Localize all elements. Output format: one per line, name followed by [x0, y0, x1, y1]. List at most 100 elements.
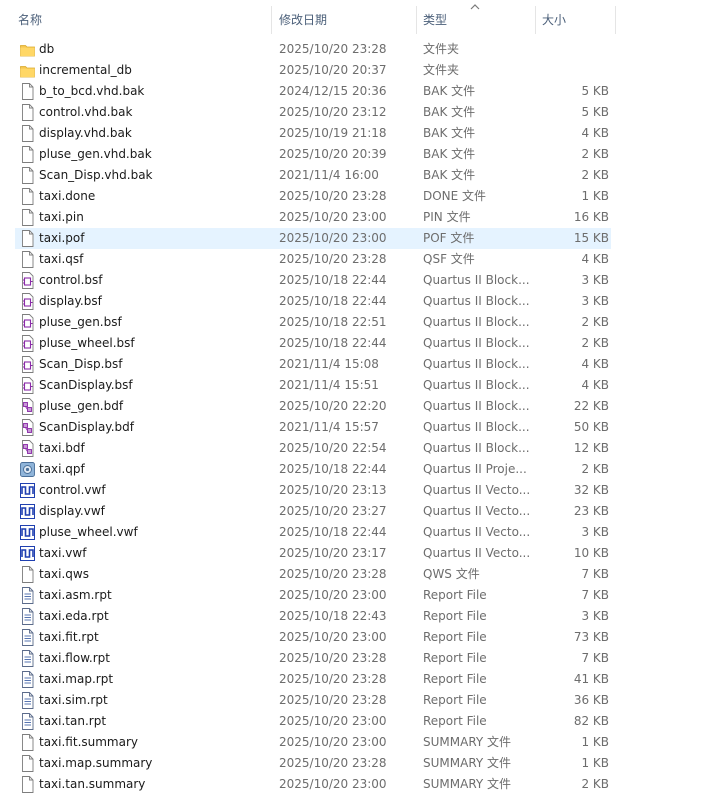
file-type: BAK 文件 [423, 126, 476, 140]
file-row[interactable]: Scan_Disp.vhd.bak 2021/11/4 16:00 BAK 文件 2 … [0, 165, 720, 186]
vwf-icon [20, 503, 35, 520]
bdf-icon [20, 419, 35, 436]
file-size: 1 KB [581, 189, 609, 203]
file-row[interactable]: pluse_gen.vhd.bak 2025/10/20 20:39 BAK 文件 2… [0, 144, 720, 165]
file-type: Report File [423, 651, 487, 665]
file-date: 2025/10/20 23:28 [279, 693, 387, 707]
file-row[interactable]: ScanDisplay.bsf 2021/11/4 15:51 Quartus II… [0, 375, 720, 396]
bsf-icon [20, 314, 35, 331]
file-row[interactable]: taxi.flow.rpt 2025/10/20 23:28 Report File… [0, 648, 720, 669]
file-row[interactable]: taxi.tan.summary 2025/10/20 23:00 SUMMARY … [0, 774, 720, 795]
column-divider[interactable] [615, 6, 616, 34]
file-row[interactable]: display.vhd.bak 2025/10/19 21:18 BAK 文件 4 K… [0, 123, 720, 144]
file-row[interactable]: taxi.asm.rpt 2025/10/20 23:00 Report File 7… [0, 585, 720, 606]
file-row[interactable]: pluse_wheel.bsf 2025/10/18 22:44 Quartus I… [0, 333, 720, 354]
file-date: 2025/10/20 23:00 [279, 588, 387, 602]
file-type: Quartus II Block... [423, 336, 530, 350]
file-type: Quartus II Proje... [423, 462, 527, 476]
qpf-icon [20, 461, 35, 478]
file-size: 4 KB [581, 126, 609, 140]
file-row[interactable]: display.vwf 2025/10/20 23:27 Quartus II Ve… [0, 501, 720, 522]
file-size: 3 KB [581, 273, 609, 287]
column-header-type[interactable]: 类型 [423, 0, 447, 40]
file-type: SUMMARY 文件 [423, 777, 512, 791]
file-date: 2025/10/18 22:44 [279, 525, 387, 539]
file-name: Scan_Disp.bsf [39, 357, 123, 371]
file-type: Quartus II Vecto... [423, 483, 531, 497]
file-row[interactable]: taxi.vwf 2025/10/20 23:17 Quartus II Vecto… [0, 543, 720, 564]
file-row[interactable]: taxi.qsf 2025/10/20 23:28 QSF 文件 4 KB [0, 249, 720, 270]
file-name: pluse_wheel.vwf [39, 525, 138, 539]
file-icon [20, 146, 35, 163]
file-date: 2025/10/20 20:37 [279, 63, 387, 77]
file-row[interactable]: control.vwf 2025/10/20 23:13 Quartus II Ve… [0, 480, 720, 501]
file-row[interactable]: taxi.eda.rpt 2025/10/18 22:43 Report File 3… [0, 606, 720, 627]
file-type: Report File [423, 630, 487, 644]
file-size: 4 KB [581, 378, 609, 392]
file-name: taxi.qpf [39, 462, 85, 476]
report-icon [20, 671, 35, 688]
file-type: 文件夹 [423, 63, 460, 77]
column-header-name[interactable]: 名称 [18, 0, 42, 40]
file-icon [20, 188, 35, 205]
file-type: Quartus II Block... [423, 420, 530, 434]
file-size: 50 KB [573, 420, 609, 434]
file-row[interactable]: taxi.map.rpt 2025/10/20 23:28 Report File 4… [0, 669, 720, 690]
file-row[interactable]: taxi.qpf 2025/10/18 22:44 Quartus II Proje… [0, 459, 720, 480]
file-name: pluse_gen.bdf [39, 399, 124, 413]
file-row[interactable]: pluse_gen.bsf 2025/10/18 22:51 Quartus II … [0, 312, 720, 333]
file-size: 10 KB [573, 546, 609, 560]
file-name: control.vhd.bak [39, 105, 133, 119]
file-size: 2 KB [581, 147, 609, 161]
file-row[interactable]: control.vhd.bak 2025/10/20 23:12 BAK 文件 5 K… [0, 102, 720, 123]
column-divider[interactable] [535, 6, 536, 34]
file-row[interactable]: pluse_gen.bdf 2025/10/20 22:20 Quartus II … [0, 396, 720, 417]
column-divider[interactable] [416, 6, 417, 34]
column-divider[interactable] [271, 6, 272, 34]
file-row[interactable]: taxi.pin 2025/10/20 23:00 PIN 文件 16 KB [0, 207, 720, 228]
file-row[interactable]: display.bsf 2025/10/18 22:44 Quartus II Bl… [0, 291, 720, 312]
file-name: taxi.vwf [39, 546, 87, 560]
column-header-size[interactable]: 大小 [542, 0, 566, 40]
file-row[interactable]: b_to_bcd.vhd.bak 2024/12/15 20:36 BAK 文件 5 … [0, 81, 720, 102]
file-size: 5 KB [581, 105, 609, 119]
file-size: 2 KB [581, 315, 609, 329]
file-row[interactable]: taxi.tan.rpt 2025/10/20 23:00 Report File 8… [0, 711, 720, 732]
file-type: Quartus II Block... [423, 441, 530, 455]
file-row[interactable]: taxi.bdf 2025/10/20 22:54 Quartus II Block… [0, 438, 720, 459]
file-row[interactable]: taxi.qws 2025/10/20 23:28 QWS 文件 7 KB [0, 564, 720, 585]
file-date: 2025/10/18 22:51 [279, 315, 387, 329]
column-header-date[interactable]: 修改日期 [279, 0, 327, 40]
file-name: taxi.pof [39, 231, 85, 245]
bsf-icon [20, 293, 35, 310]
file-row[interactable]: taxi.fit.rpt 2025/10/20 23:00 Report File 7… [0, 627, 720, 648]
file-date: 2025/10/18 22:44 [279, 273, 387, 287]
file-type: Quartus II Block... [423, 357, 530, 371]
file-type: Report File [423, 672, 487, 686]
file-icon [20, 566, 35, 583]
file-name: taxi.done [39, 189, 96, 203]
file-row[interactable]: taxi.sim.rpt 2025/10/20 23:28 Report File 3… [0, 690, 720, 711]
file-row[interactable]: taxi.done 2025/10/20 23:28 DONE 文件 1 KB [0, 186, 720, 207]
file-icon [20, 734, 35, 751]
file-row[interactable]: ScanDisplay.bdf 2021/11/4 15:57 Quartus II… [0, 417, 720, 438]
file-date: 2025/10/20 23:13 [279, 483, 387, 497]
file-icon [20, 167, 35, 184]
file-date: 2025/10/20 20:39 [279, 147, 387, 161]
file-size: 4 KB [581, 357, 609, 371]
file-date: 2025/10/20 23:27 [279, 504, 387, 518]
file-row[interactable]: Scan_Disp.bsf 2021/11/4 15:08 Quartus II B… [0, 354, 720, 375]
file-row[interactable]: incremental_db 2025/10/20 20:37 文件夹 [0, 60, 720, 81]
file-type: Quartus II Block... [423, 315, 530, 329]
file-row[interactable]: pluse_wheel.vwf 2025/10/18 22:44 Quartus I… [0, 522, 720, 543]
sort-ascending-icon [470, 4, 480, 10]
file-row[interactable]: taxi.fit.summary 2025/10/20 23:00 SUMMARY … [0, 732, 720, 753]
file-row[interactable]: db 2025/10/20 23:28 文件夹 [0, 39, 720, 60]
file-row[interactable]: control.bsf 2025/10/18 22:44 Quartus II Bl… [0, 270, 720, 291]
file-row[interactable]: taxi.map.summary 2025/10/20 23:28 SUMMARY … [0, 753, 720, 774]
file-type: DONE 文件 [423, 189, 487, 203]
report-icon [20, 587, 35, 604]
bsf-icon [20, 377, 35, 394]
file-name: taxi.flow.rpt [39, 651, 110, 665]
file-row[interactable]: taxi.pof 2025/10/20 23:00 POF 文件 15 KB [0, 228, 720, 249]
